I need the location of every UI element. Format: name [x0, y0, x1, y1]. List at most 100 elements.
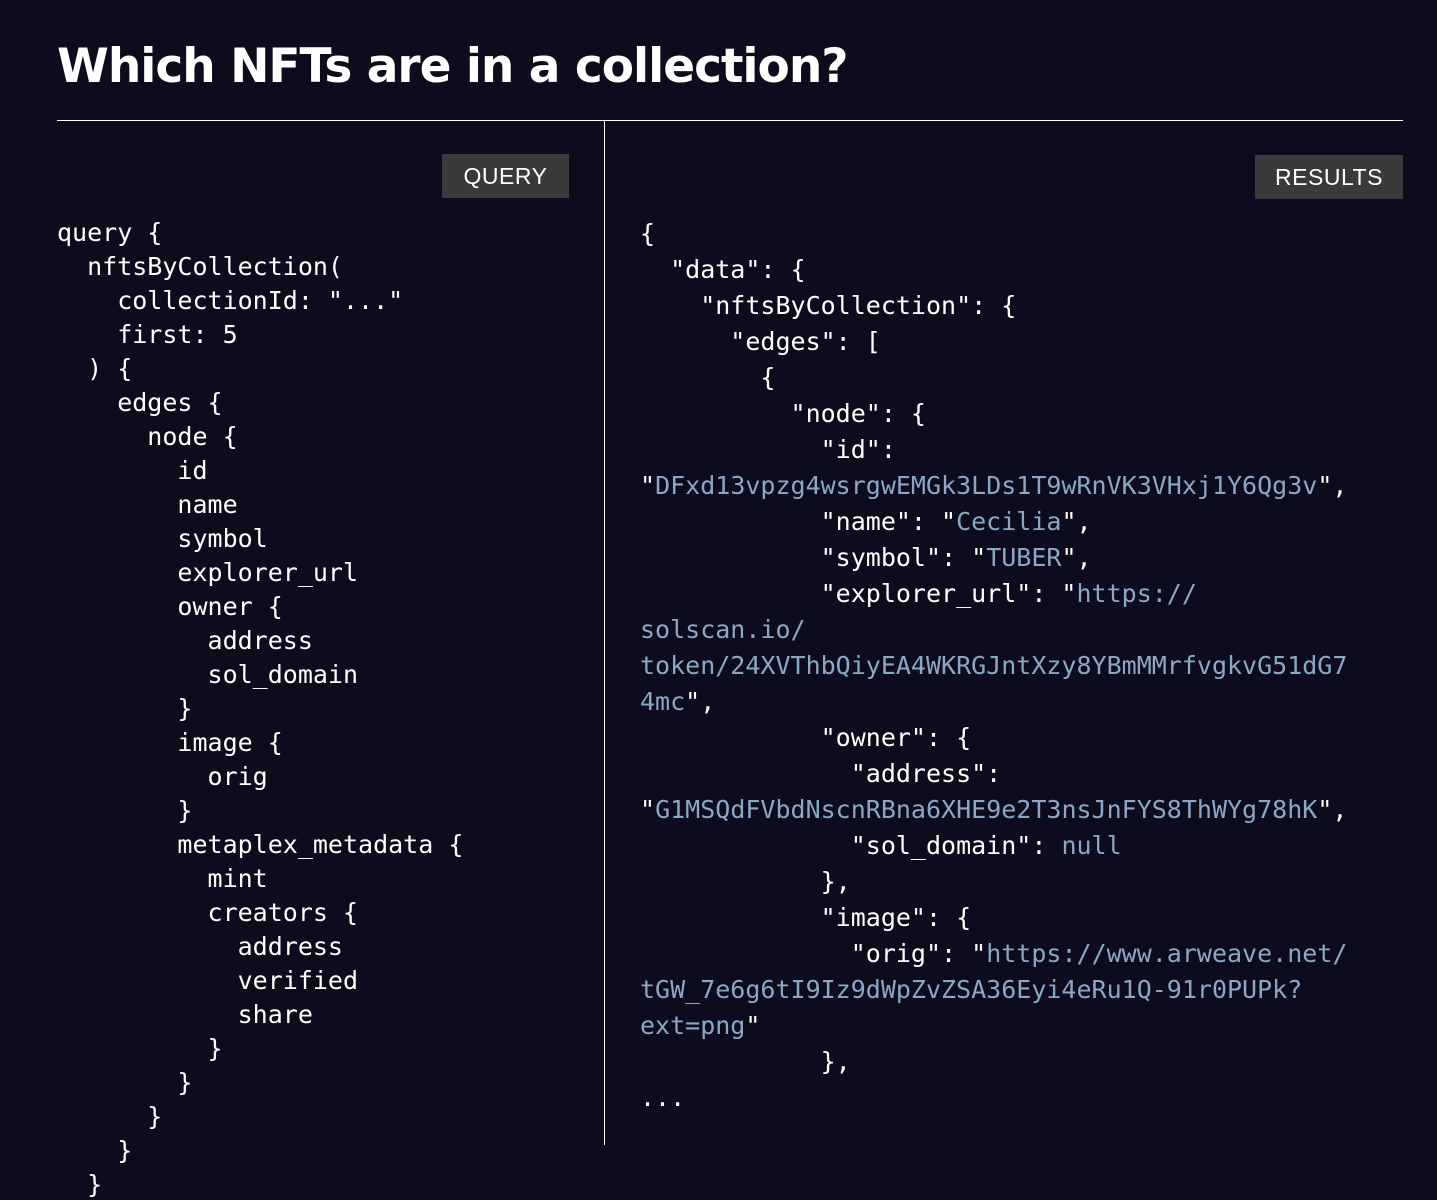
results-code-line: "image": { — [640, 900, 1347, 936]
page-title: Which NFTs are in a collection? — [57, 36, 848, 98]
query-badge: QUERY — [442, 154, 569, 198]
results-code-line: "node": { — [640, 396, 1347, 432]
query-code-line: } — [57, 794, 463, 828]
query-code-line: share — [57, 998, 463, 1032]
json-value: 4mc — [640, 687, 685, 716]
json-syntax: "explorer_url": " — [640, 579, 1077, 608]
results-code-line: "orig": "https://www.arweave.net/ — [640, 936, 1347, 972]
results-code-line: }, — [640, 1044, 1347, 1080]
json-syntax: ", — [1061, 543, 1091, 572]
results-code-line: "address": — [640, 756, 1347, 792]
json-syntax: ... — [640, 1083, 685, 1112]
query-code-line: collectionId: "..." — [57, 284, 463, 318]
json-syntax: }, — [640, 867, 851, 896]
query-code-line: verified — [57, 964, 463, 998]
json-value: tGW_7e6g6tI9Iz9dWpZvZSA36Eyi4eRu1Q-91r0P… — [640, 975, 1302, 1004]
results-code-block: { "data": { "nftsByCollection": { "edges… — [640, 216, 1347, 1116]
results-code-line: "edges": [ — [640, 324, 1347, 360]
json-syntax: ", — [1317, 471, 1347, 500]
results-code-line: { — [640, 216, 1347, 252]
json-syntax: "edges": [ — [640, 327, 881, 356]
json-value: Cecilia — [956, 507, 1061, 536]
results-code-line: tGW_7e6g6tI9Iz9dWpZvZSA36Eyi4eRu1Q-91r0P… — [640, 972, 1347, 1008]
query-code-line: creators { — [57, 896, 463, 930]
results-code-line: 4mc", — [640, 684, 1347, 720]
json-syntax: " — [745, 1011, 760, 1040]
json-value: DFxd13vpzg4wsrgwEMGk3LDs1T9wRnVK3VHxj1Y6… — [655, 471, 1317, 500]
query-code-line: } — [57, 1134, 463, 1168]
query-code-line: mint — [57, 862, 463, 896]
results-code-line: "id": — [640, 432, 1347, 468]
query-code-line: } — [57, 1100, 463, 1134]
query-code-line: id — [57, 454, 463, 488]
results-code-line: token/24XVThbQiyEA4WKRGJntXzy8YBmMMrfvgk… — [640, 648, 1347, 684]
json-syntax: "symbol": " — [640, 543, 986, 572]
json-syntax: ", — [1317, 795, 1347, 824]
query-code-line: explorer_url — [57, 556, 463, 590]
query-code-line: first: 5 — [57, 318, 463, 352]
query-code-line: image { — [57, 726, 463, 760]
json-syntax: { — [640, 219, 655, 248]
json-syntax: "address": — [640, 759, 1001, 788]
json-value: token/24XVThbQiyEA4WKRGJntXzy8YBmMMrfvgk… — [640, 651, 1347, 680]
json-syntax: "node": { — [640, 399, 926, 428]
results-code-line: solscan.io/ — [640, 612, 1347, 648]
results-code-line: "G1MSQdFVbdNscnRBna6XHE9e2T3nsJnFYS8ThWY… — [640, 792, 1347, 828]
query-code-line: metaplex_metadata { — [57, 828, 463, 862]
json-value: https:// — [1077, 579, 1197, 608]
results-code-line: "nftsByCollection": { — [640, 288, 1347, 324]
results-code-line: "DFxd13vpzg4wsrgwEMGk3LDs1T9wRnVK3VHxj1Y… — [640, 468, 1347, 504]
query-code-line: orig — [57, 760, 463, 794]
query-code-line: owner { — [57, 590, 463, 624]
json-value: TUBER — [986, 543, 1061, 572]
results-code-line: ... — [640, 1080, 1347, 1116]
query-code-line: sol_domain — [57, 658, 463, 692]
page: Which NFTs are in a collection? QUERY qu… — [0, 0, 1437, 1200]
json-syntax: ", — [685, 687, 715, 716]
json-syntax: { — [640, 363, 775, 392]
query-code-line: node { — [57, 420, 463, 454]
query-code-line: address — [57, 624, 463, 658]
results-code-line: { — [640, 360, 1347, 396]
json-syntax: "orig": " — [640, 939, 986, 968]
query-code-line: nftsByCollection( — [57, 250, 463, 284]
json-syntax: }, — [640, 1047, 851, 1076]
query-code-line: query { — [57, 216, 463, 250]
results-code-line: }, — [640, 864, 1347, 900]
results-badge: RESULTS — [1255, 155, 1403, 199]
json-syntax: "data": { — [640, 255, 806, 284]
json-syntax: "owner": { — [640, 723, 971, 752]
query-code-line: } — [57, 1066, 463, 1100]
json-value: https://www.arweave.net/ — [986, 939, 1347, 968]
json-syntax: " — [640, 471, 655, 500]
results-code-line: "data": { — [640, 252, 1347, 288]
results-code-line: "name": "Cecilia", — [640, 504, 1347, 540]
query-code-line: symbol — [57, 522, 463, 556]
results-code-line: "owner": { — [640, 720, 1347, 756]
json-value: solscan.io/ — [640, 615, 806, 644]
query-code-line: } — [57, 1032, 463, 1066]
json-syntax: " — [640, 795, 655, 824]
json-value: null — [1061, 831, 1121, 860]
json-syntax: "name": " — [640, 507, 956, 536]
header-divider — [57, 120, 1403, 121]
json-syntax: "nftsByCollection": { — [640, 291, 1016, 320]
json-value: G1MSQdFVbdNscnRBna6XHE9e2T3nsJnFYS8ThWYg… — [655, 795, 1317, 824]
panel-divider — [604, 121, 605, 1145]
query-code-line: } — [57, 692, 463, 726]
json-syntax: "image": { — [640, 903, 971, 932]
query-code-line: } — [57, 1168, 463, 1200]
json-value: ext=png — [640, 1011, 745, 1040]
query-code-line: edges { — [57, 386, 463, 420]
results-code-line: "explorer_url": "https:// — [640, 576, 1347, 612]
results-code-line: "sol_domain": null — [640, 828, 1347, 864]
json-syntax: "id": — [640, 435, 896, 464]
results-code-line: ext=png" — [640, 1008, 1347, 1044]
json-syntax: ", — [1061, 507, 1091, 536]
json-syntax: "sol_domain": — [640, 831, 1061, 860]
query-code-line: ) { — [57, 352, 463, 386]
results-code-line: "symbol": "TUBER", — [640, 540, 1347, 576]
query-code-line: name — [57, 488, 463, 522]
query-code-line: address — [57, 930, 463, 964]
query-code-block: query { nftsByCollection( collectionId: … — [57, 216, 463, 1200]
